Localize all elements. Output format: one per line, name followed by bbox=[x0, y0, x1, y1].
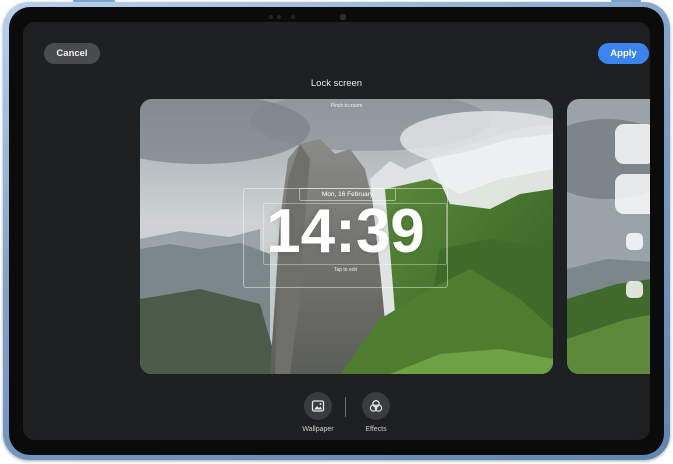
effects-circles-icon bbox=[369, 400, 383, 412]
toolbar-divider bbox=[345, 397, 346, 417]
bezel: Cancel Apply Lock screen Pinch to zoom M… bbox=[9, 7, 664, 455]
home-screen-preview[interactable] bbox=[567, 99, 650, 374]
home-widget[interactable] bbox=[615, 174, 650, 214]
page-title: Lock screen bbox=[310, 78, 363, 89]
tablet-frame: Cancel Apply Lock screen Pinch to zoom M… bbox=[3, 0, 670, 460]
image-icon bbox=[311, 400, 325, 412]
sensor bbox=[291, 15, 295, 19]
effects-label: Effects bbox=[365, 426, 387, 433]
screen: Cancel Apply Lock screen Pinch to zoom M… bbox=[23, 22, 650, 440]
wallpaper-button[interactable] bbox=[304, 392, 332, 420]
tap-to-edit-hint: Tap to edit bbox=[333, 267, 358, 273]
home-app-icon[interactable] bbox=[626, 281, 643, 298]
home-widget[interactable] bbox=[615, 124, 650, 164]
clock-time[interactable]: 14:39 bbox=[243, 199, 448, 265]
sensor bbox=[277, 15, 281, 19]
cancel-button[interactable]: Cancel bbox=[44, 43, 100, 64]
sensor bbox=[269, 15, 273, 19]
pinch-to-zoom-hint: Pinch to zoom bbox=[330, 103, 363, 109]
wallpaper-label: Wallpaper bbox=[302, 426, 334, 433]
volume-button bbox=[73, 0, 115, 2]
apply-button[interactable]: Apply bbox=[598, 43, 649, 64]
home-app-icon[interactable] bbox=[626, 233, 643, 250]
effects-button[interactable] bbox=[362, 392, 390, 420]
lock-screen-preview[interactable]: Pinch to zoom Mon, 16 February 14:39 Tap… bbox=[140, 99, 553, 374]
front-camera bbox=[340, 14, 346, 20]
power-button bbox=[611, 0, 641, 2]
